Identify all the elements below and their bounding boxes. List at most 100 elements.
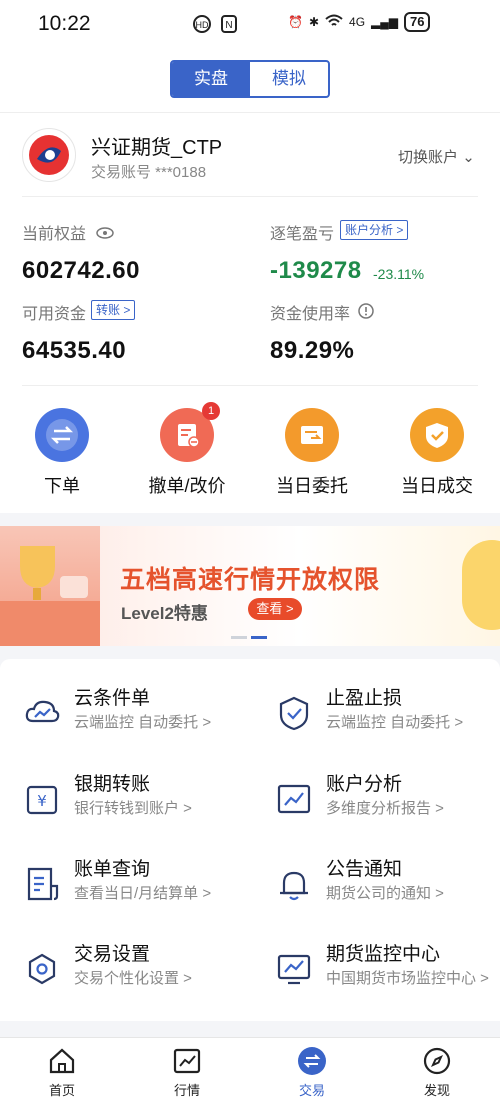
bill-icon <box>24 866 60 902</box>
cloud-chart-icon <box>24 695 60 731</box>
chevron-down-icon: ⌄ <box>462 149 475 166</box>
nfc-icon: N <box>220 14 238 39</box>
status-right-icons: ⏰ ✱ 4G ▂▄▆ 76 <box>288 12 431 32</box>
quick-action-label: 下单 <box>44 476 80 496</box>
quick-action-label: 当日委托 <box>276 476 348 496</box>
service-cloud-order[interactable]: 云条件单 云端监控 自动委托 > <box>24 683 254 753</box>
transfer-button[interactable]: 转账 > <box>91 300 136 320</box>
status-bar: 10:22 HD N ⏰ ✱ 4G ▂▄▆ 76 <box>0 0 500 48</box>
switch-account-button[interactable]: 切换账户 ⌄ <box>398 146 475 167</box>
service-title: 云条件单 <box>74 688 151 709</box>
svg-text:HD: HD <box>196 20 209 30</box>
service-subtitle: 云端监控 自动委托 > <box>326 714 464 731</box>
broker-logo <box>22 128 76 182</box>
account-name: 兴证期货_CTP <box>91 137 223 159</box>
carousel-indicator <box>231 636 267 639</box>
nav-home[interactable]: 首页 <box>22 1046 102 1099</box>
banner-title: 五档高速行情开放权限 <box>120 566 381 594</box>
eye-icon[interactable] <box>96 226 115 243</box>
service-title: 止盈止损 <box>326 688 403 709</box>
nav-market[interactable]: 行情 <box>147 1046 227 1099</box>
account-number: 交易账号 ***0188 <box>91 164 207 181</box>
status-time: 10:22 <box>38 12 91 35</box>
bottom-navigation: 首页 行情 交易 发现 <box>0 1037 500 1107</box>
banner-view-button[interactable]: 查看 > <box>248 598 302 620</box>
pnl-value: -139278 <box>270 257 362 284</box>
nav-label: 行情 <box>173 1083 200 1098</box>
quick-action-deal[interactable]: 当日成交 <box>387 408 487 498</box>
svg-text:N: N <box>225 20 232 31</box>
service-announcements[interactable]: 公告通知 期货公司的通知 > <box>276 854 500 924</box>
service-bank-transfer[interactable]: ¥ 银期转账 银行转钱到账户 > <box>24 769 254 839</box>
info-icon[interactable] <box>358 303 375 323</box>
deal-icon <box>410 408 464 462</box>
available-value: 64535.40 <box>22 337 127 364</box>
service-account-analysis[interactable]: 账户分析 多维度分析报告 > <box>276 769 500 839</box>
cancel-order-icon: 1 <box>160 402 220 462</box>
banner-deco <box>462 540 500 630</box>
svg-text:¥: ¥ <box>37 792 47 810</box>
service-monitor-center[interactable]: 期货监控中心 中国期货市场监控中心 > <box>276 939 500 1009</box>
service-subtitle: 中国期货市场监控中心 > <box>326 970 489 987</box>
carousel-dot-active[interactable] <box>251 636 267 639</box>
service-subtitle: 云端监控 自动委托 > <box>74 714 212 731</box>
switch-account-label: 切换账户 <box>398 149 459 166</box>
quick-action-cancel[interactable]: 1 撤单/改价 <box>137 402 237 498</box>
battery-indicator: 76 <box>404 12 431 32</box>
bell-icon <box>276 866 312 902</box>
nav-trade[interactable]: 交易 <box>272 1046 352 1099</box>
wifi-icon <box>325 14 343 31</box>
quick-action-entrust[interactable]: 当日委托 <box>262 408 362 498</box>
entrust-icon <box>285 408 339 462</box>
notification-badge: 1 <box>202 402 220 420</box>
analysis-chart-icon <box>276 781 312 817</box>
pnl-percent: -23.11% <box>373 266 425 282</box>
carousel-dot[interactable] <box>231 636 247 639</box>
monitor-icon <box>276 951 312 987</box>
service-bill-query[interactable]: 账单查询 查看当日/月结算单 > <box>24 854 254 924</box>
status-left-icons: HD N <box>192 14 238 39</box>
trade-icon <box>297 1046 327 1076</box>
service-title: 账户分析 <box>326 774 403 795</box>
promo-banner[interactable]: 五档高速行情开放权限 Level2特惠 查看 > <box>0 526 500 646</box>
nav-label: 交易 <box>298 1083 325 1098</box>
service-subtitle: 期货公司的通知 > <box>326 885 444 902</box>
quick-action-order[interactable]: 下单 <box>12 408 112 498</box>
quick-action-label: 撤单/改价 <box>148 476 226 496</box>
service-title: 银期转账 <box>74 774 151 795</box>
alarm-icon: ⏰ <box>288 15 303 29</box>
account-analysis-button[interactable]: 账户分析 > <box>340 220 409 240</box>
service-title: 公告通知 <box>326 859 403 880</box>
tab-real[interactable]: 实盘 <box>172 62 250 96</box>
tab-simulation[interactable]: 模拟 <box>250 62 328 96</box>
services-grid: 云条件单 云端监控 自动委托 > 止盈止损 云端监控 自动委托 > ¥ 银期转账… <box>0 659 500 1021</box>
usage-value: 89.29% <box>270 337 355 364</box>
top-bar: 实盘 模拟 <box>0 48 500 113</box>
nav-discover[interactable]: 发现 <box>397 1046 477 1099</box>
nav-label: 首页 <box>48 1083 75 1098</box>
pnl-label: 逐笔盈亏 <box>270 226 335 243</box>
nav-label: 发现 <box>423 1083 450 1098</box>
service-title: 账单查询 <box>74 859 151 880</box>
market-chart-icon <box>172 1046 202 1076</box>
bluetooth-icon: ✱ <box>308 15 320 29</box>
service-trade-settings[interactable]: 交易设置 交易个性化设置 > <box>24 939 254 1009</box>
bank-transfer-icon: ¥ <box>24 781 60 817</box>
trophy-illustration <box>0 526 100 646</box>
service-subtitle: 多维度分析报告 > <box>326 800 444 817</box>
service-stop-profit-loss[interactable]: 止盈止损 云端监控 自动委托 > <box>276 683 500 753</box>
banner-subtitle: Level2特惠 <box>121 604 208 623</box>
swap-icon <box>35 408 89 462</box>
usage-label: 资金使用率 <box>270 300 375 324</box>
home-icon <box>47 1046 77 1076</box>
service-subtitle: 银行转钱到账户 > <box>74 800 192 817</box>
service-title: 期货监控中心 <box>326 944 441 965</box>
mode-switch: 实盘 模拟 <box>170 60 330 98</box>
available-label: 可用资金 <box>22 306 87 323</box>
compass-icon <box>422 1046 452 1076</box>
signal-bars-icon: ▂▄▆ <box>371 15 398 29</box>
hd-icon: HD <box>192 14 212 39</box>
equity-value: 602742.60 <box>22 257 140 284</box>
shield-check-icon <box>276 695 312 731</box>
divider <box>22 385 478 386</box>
